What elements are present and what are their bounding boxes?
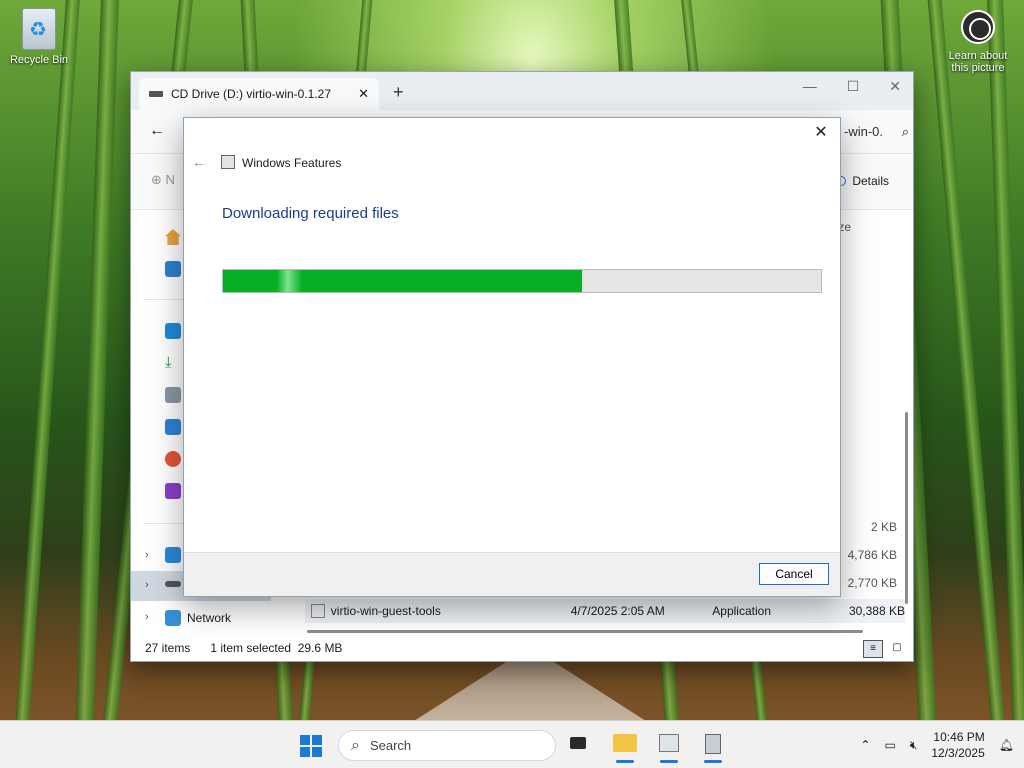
network-label[interactable]: Network — [187, 611, 231, 625]
documents-icon[interactable] — [165, 387, 181, 403]
details-view-icon[interactable]: ≡ — [863, 640, 883, 658]
explorer-tab-title: CD Drive (D:) virtio-win-0.1.27 — [171, 87, 332, 101]
minimize-icon[interactable]: — — [803, 78, 817, 95]
task-view-icon[interactable] — [567, 731, 593, 757]
explorer-tab[interactable]: CD Drive (D:) virtio-win-0.1.27 ✕ — [139, 78, 379, 110]
dialog-close-icon[interactable]: ✕ — [810, 122, 832, 144]
dialog-back-arrow-icon[interactable]: ← — [192, 154, 206, 170]
chevron-up-icon[interactable]: ⌃ — [860, 738, 870, 752]
selection-size: 29.6 MB — [297, 641, 343, 655]
back-arrow-icon[interactable]: ← — [149, 122, 165, 140]
search-icon[interactable]: ⌕ — [902, 124, 909, 140]
clock[interactable]: 10:46 PM 12/3/2025 — [931, 729, 984, 761]
file-size-cell: 2 KB — [870, 520, 897, 534]
windows-features-taskbar-icon[interactable] — [656, 731, 682, 763]
dialog-heading: Downloading required files — [222, 205, 399, 222]
expand-this-pc-icon[interactable]: › — [145, 549, 149, 561]
learn-label-line2: this picture — [951, 62, 1005, 74]
search-box-text[interactable]: -win-0. — [844, 124, 883, 139]
camera-icon — [961, 10, 995, 44]
windows-features-dialog: ✕ ← Windows Features Downloading require… — [183, 117, 841, 597]
taskbar: ⌕ Search ⌃ ▭ 🔇︎ 10:46 PM 12/3/2025 🔔︎ — [0, 720, 1024, 768]
vertical-scrollbar[interactable] — [905, 412, 908, 604]
details-button[interactable]: Details — [836, 174, 889, 188]
horizontal-scrollbar[interactable] — [307, 630, 863, 633]
search-icon: ⌕ — [351, 736, 360, 754]
recycle-bin-label: Recycle Bin — [9, 54, 69, 66]
expand-network-icon[interactable]: › — [145, 611, 149, 623]
new-tab-icon[interactable]: + — [393, 82, 404, 103]
this-pc-icon[interactable] — [165, 547, 181, 563]
file-size-cell: 2,770 KB — [847, 576, 897, 590]
tab-close-icon[interactable]: ✕ — [358, 86, 369, 102]
file-date-cell: 4/7/2025 2:05 AM — [570, 604, 665, 618]
windows-features-icon — [221, 155, 235, 169]
download-progress-bar — [222, 269, 822, 293]
dialog-title: Windows Features — [242, 156, 342, 170]
cd-drive-icon — [149, 91, 163, 97]
search-placeholder: Search — [369, 738, 412, 753]
taskbar-search[interactable]: ⌕ Search — [338, 730, 556, 761]
notification-icon[interactable]: 🔔︎ — [999, 738, 1014, 752]
explorer-titlebar: CD Drive (D:) virtio-win-0.1.27 ✕ + — ☐ … — [131, 72, 913, 110]
progress-fill — [223, 270, 582, 292]
maximize-icon[interactable]: ☐ — [847, 78, 860, 95]
status-bar: 27 items 1 item selected 29.6 MB — [131, 635, 913, 661]
system-tray: ⌃ ▭ 🔇︎ 10:46 PM 12/3/2025 🔔︎ — [860, 729, 1014, 761]
application-file-icon — [311, 604, 325, 618]
new-button-label: N — [165, 172, 175, 187]
videos-icon[interactable] — [165, 483, 181, 499]
file-name-cell: virtio-win-guest-tools — [330, 604, 441, 618]
installer-taskbar-icon[interactable] — [700, 731, 726, 763]
file-size-cell: 4,786 KB — [847, 548, 897, 562]
network-status-icon[interactable]: ▭ — [884, 738, 895, 752]
dialog-footer: Cancel — [184, 552, 840, 596]
gallery-icon[interactable] — [165, 261, 181, 277]
close-window-icon[interactable]: ✕ — [889, 78, 901, 95]
file-explorer-taskbar-icon[interactable] — [612, 731, 638, 763]
item-count: 27 items — [145, 641, 191, 655]
recycle-bin-icon — [22, 8, 56, 50]
volume-muted-icon[interactable]: 🔇︎ — [910, 738, 918, 753]
downloads-icon[interactable]: ⤓ — [165, 355, 181, 371]
clock-time: 10:46 PM — [933, 730, 985, 744]
cd-drive-nav-icon — [165, 581, 181, 587]
music-icon[interactable] — [165, 451, 181, 467]
recycle-bin-desktop-icon[interactable]: Recycle Bin — [6, 8, 72, 66]
file-list-row[interactable]: virtio-win-guest-tools 4/7/2025 2:05 AM … — [305, 599, 905, 623]
clock-date: 12/3/2025 — [931, 746, 985, 760]
home-icon[interactable] — [165, 229, 181, 245]
file-size-cell: 30,388 KB — [848, 604, 905, 618]
tiles-view-icon[interactable]: ▢ — [887, 640, 907, 658]
selection-count: 1 item selected — [210, 641, 292, 655]
details-label: Details — [852, 174, 889, 188]
pictures-icon[interactable] — [165, 419, 181, 435]
learn-label-line1: Learn about — [948, 50, 1008, 62]
new-button[interactable]: ⊕ N — [151, 172, 175, 188]
desktop-folder-icon[interactable] — [165, 323, 181, 339]
learn-about-picture-desktop-icon[interactable]: Learn about this picture — [938, 10, 1018, 74]
cancel-button[interactable]: Cancel — [759, 563, 829, 585]
expand-cd-drive-icon[interactable]: › — [145, 579, 149, 591]
network-icon[interactable] — [165, 610, 181, 626]
file-type-cell: Application — [712, 604, 771, 618]
start-button[interactable] — [300, 735, 322, 757]
